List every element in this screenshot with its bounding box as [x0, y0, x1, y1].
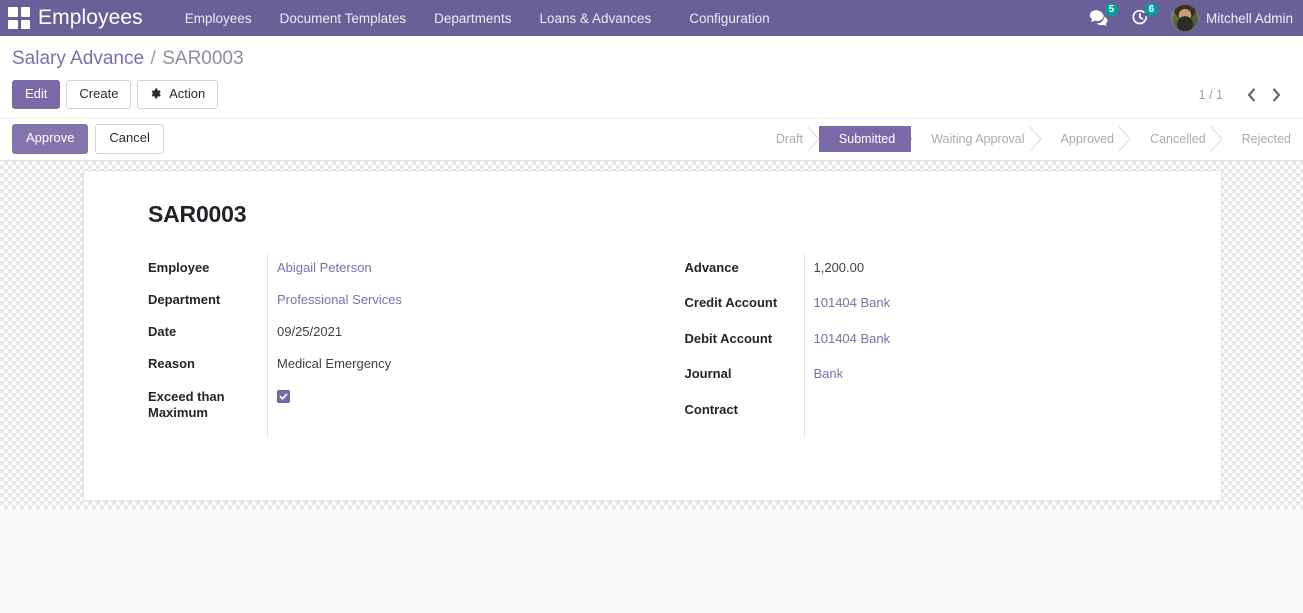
- status-stage-approved[interactable]: Approved: [1041, 126, 1131, 153]
- main-menu: Employees Document Templates Departments…: [171, 11, 784, 26]
- field-value-reason: Medical Emergency: [267, 350, 653, 383]
- chevron-left-icon[interactable]: [1239, 87, 1264, 103]
- navbar-right: 5 6 Mitchell Admin: [1089, 3, 1303, 32]
- top-navbar: Employees Employees Document Templates D…: [0, 0, 1303, 36]
- apps-grid-icon[interactable]: [8, 7, 30, 29]
- field-value-department[interactable]: Professional Services: [267, 285, 653, 318]
- status-stage-label: Waiting Approval: [931, 132, 1025, 147]
- breadcrumb: Salary Advance / SAR0003: [0, 36, 1303, 72]
- apps-grid-square: [20, 19, 30, 29]
- breadcrumb-separator: /: [150, 48, 156, 69]
- status-stage-submitted[interactable]: Submitted: [818, 126, 913, 153]
- field-value-contract[interactable]: [803, 395, 1190, 437]
- field-label-credit-account: Credit Account: [684, 295, 778, 310]
- field-label-advance: Advance: [684, 259, 739, 275]
- app-root: Employees Employees Document Templates D…: [0, 0, 1303, 613]
- status-stage-rejected[interactable]: Rejected: [1222, 126, 1303, 152]
- field-value-advance: 1,200.00: [803, 253, 1190, 289]
- field-value-credit-account[interactable]: 101404 Bank: [803, 289, 1190, 325]
- field-value-journal[interactable]: Bank: [803, 360, 1190, 396]
- menu-item-departments[interactable]: Departments: [420, 11, 525, 26]
- menu-item-configuration[interactable]: Configuration: [665, 11, 783, 26]
- field-label-debit-account: Debit Account: [684, 330, 773, 346]
- status-stage-waiting-approval[interactable]: Waiting Approval: [911, 126, 1042, 153]
- apps-grid-square: [8, 19, 18, 29]
- field-value-date: 09/25/2021: [267, 318, 653, 351]
- apps-grid-square: [20, 7, 30, 17]
- status-stage-label: Submitted: [838, 132, 896, 147]
- user-name-label: Mitchell Admin: [1205, 10, 1293, 26]
- field-label-contract: Contract: [684, 401, 738, 417]
- avatar: [1170, 4, 1199, 32]
- exceed-than-maximum-checkbox[interactable]: [277, 389, 290, 403]
- gear-icon: [150, 86, 165, 101]
- form-background: SAR0003 Employee Abigail Peterson Depart…: [0, 159, 1303, 509]
- chevron-right-icon[interactable]: [1264, 87, 1289, 103]
- action-button-label: Action: [169, 86, 206, 101]
- status-pipeline: Draft Submitted Waiting Approval Approve…: [762, 126, 1303, 153]
- pager-count: 1 / 1: [1198, 88, 1223, 103]
- edit-button[interactable]: Edit: [12, 80, 61, 110]
- workflow-bar: Approve Cancel Draft Submitted Waiting A…: [0, 118, 1303, 160]
- form-fields: Employee Abigail Peterson Department Pro…: [116, 253, 1190, 437]
- activities-badge: 6: [1144, 3, 1158, 16]
- form-sheet: SAR0003 Employee Abigail Peterson Depart…: [83, 169, 1222, 501]
- chat-bubble-icon[interactable]: 5: [1089, 3, 1118, 27]
- field-label-date: Date: [148, 324, 177, 339]
- field-label-reason: Reason: [148, 356, 195, 372]
- form-column-right: Advance 1,200.00 Credit Account 101404 B…: [653, 253, 1190, 437]
- action-button[interactable]: Action: [137, 80, 219, 110]
- clock-activity-icon[interactable]: 6: [1131, 3, 1158, 27]
- status-stage-label: Cancelled: [1150, 132, 1206, 147]
- status-stage-label: Approved: [1060, 132, 1115, 147]
- page-title: SAR0003: [148, 200, 247, 227]
- field-label-department: Department: [148, 291, 221, 307]
- create-button[interactable]: Create: [66, 80, 132, 110]
- apps-grid-square: [8, 7, 18, 17]
- record-toolbar: Edit Create Action 1 / 1: [0, 72, 1303, 118]
- user-menu[interactable]: Mitchell Admin: [1170, 4, 1293, 32]
- control-panel: Salary Advance / SAR0003 Edit Create Act…: [0, 36, 1303, 160]
- status-stage-cancelled[interactable]: Cancelled: [1130, 126, 1223, 153]
- form-column-left: Employee Abigail Peterson Department Pro…: [116, 253, 653, 437]
- menu-item-employees[interactable]: Employees: [171, 11, 266, 26]
- status-stage-label: Rejected: [1241, 132, 1291, 147]
- field-label-employee: Employee: [148, 259, 210, 275]
- menu-item-document-templates[interactable]: Document Templates: [266, 11, 421, 26]
- status-stage-label: Draft: [775, 132, 803, 147]
- page-footer-area: [0, 508, 1303, 609]
- field-value-exceed-than-maximum: [267, 382, 653, 437]
- field-label-exceed-than-maximum: Exceed than Maximum: [148, 388, 225, 420]
- menu-item-loans-advances[interactable]: Loans & Advances: [525, 11, 665, 26]
- approve-button[interactable]: Approve: [12, 124, 89, 154]
- cancel-button[interactable]: Cancel: [95, 124, 164, 154]
- messages-badge: 5: [1104, 3, 1118, 16]
- status-stage-draft[interactable]: Draft: [762, 126, 820, 153]
- field-label-journal: Journal: [684, 366, 732, 381]
- field-value-debit-account[interactable]: 101404 Bank: [803, 324, 1190, 360]
- app-brand-employees[interactable]: Employees: [38, 6, 143, 30]
- breadcrumb-root[interactable]: Salary Advance: [12, 48, 144, 69]
- breadcrumb-current: SAR0003: [162, 48, 244, 69]
- pager: 1 / 1: [1199, 87, 1289, 103]
- field-value-employee[interactable]: Abigail Peterson: [267, 253, 653, 286]
